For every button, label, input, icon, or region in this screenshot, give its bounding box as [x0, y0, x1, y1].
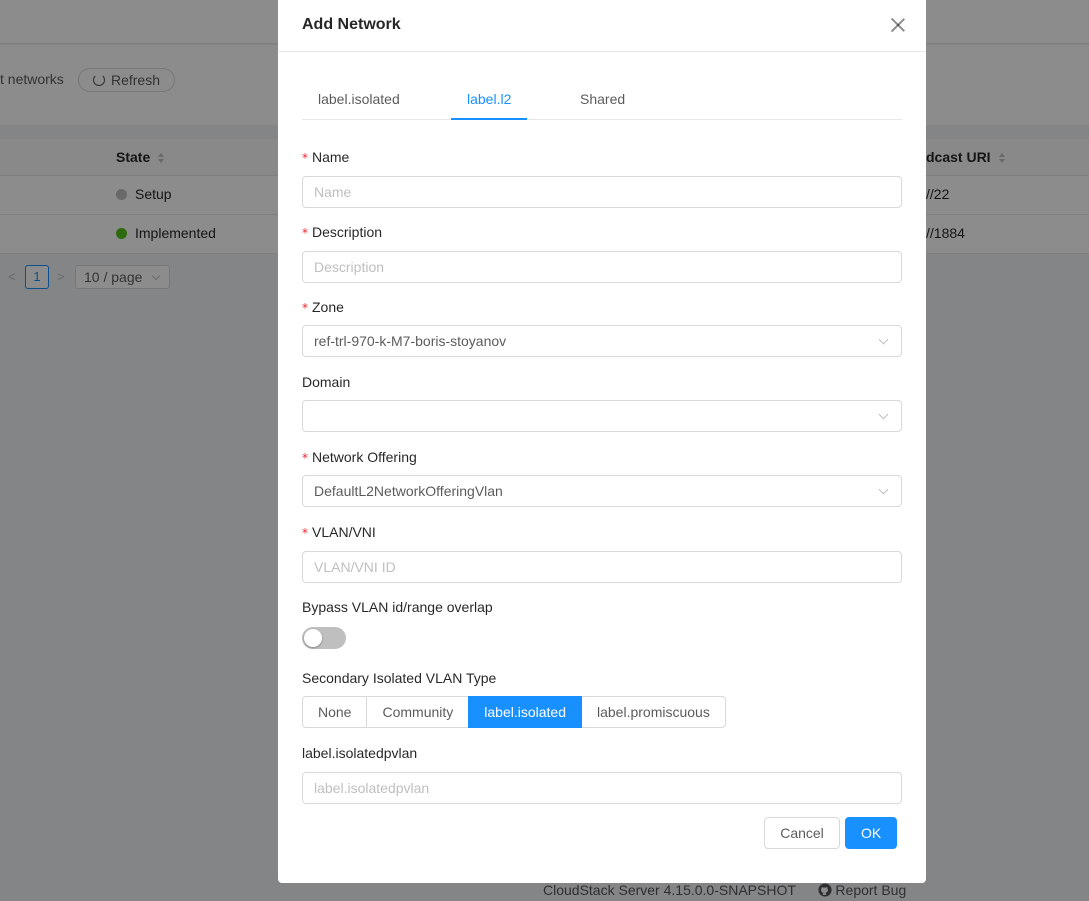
zone-label: * Zone — [302, 299, 344, 315]
radio-promiscuous[interactable]: label.promiscuous — [581, 696, 726, 728]
description-label-text: Description — [312, 224, 383, 240]
isolated-pvlan-label: label.isolatedpvlan — [302, 745, 418, 761]
bypass-vlan-label: Bypass VLAN id/range overlap — [302, 599, 493, 615]
cancel-button[interactable]: Cancel — [764, 817, 840, 849]
tab-isolated[interactable]: label.isolated — [302, 80, 416, 120]
vlan-input[interactable] — [302, 551, 902, 583]
close-icon[interactable] — [890, 17, 906, 33]
radio-none[interactable]: None — [302, 696, 368, 728]
required-mark: * — [302, 301, 308, 315]
radio-isolated[interactable]: label.isolated — [468, 696, 582, 728]
tab-shared[interactable]: Shared — [564, 80, 641, 120]
description-input[interactable] — [302, 251, 902, 283]
bypass-vlan-toggle[interactable] — [302, 627, 346, 649]
isolated-pvlan-input[interactable] — [302, 772, 902, 804]
required-mark: * — [302, 451, 308, 465]
add-network-dialog: Add Network label.isolated label.l2 Shar… — [278, 0, 926, 883]
zone-value: ref-trl-970-k-M7-boris-stoyanov — [314, 333, 507, 349]
network-type-tabs: label.isolated label.l2 Shared — [302, 80, 902, 120]
required-mark: * — [302, 151, 308, 165]
dialog-title: Add Network — [302, 16, 401, 33]
radio-community[interactable]: Community — [366, 696, 470, 728]
chevron-down-icon — [878, 484, 889, 495]
required-mark: * — [302, 226, 308, 240]
tab-l2[interactable]: label.l2 — [451, 80, 528, 120]
zone-label-text: Zone — [312, 299, 344, 315]
dialog-header: Add Network — [278, 0, 926, 52]
chevron-down-icon — [878, 334, 889, 345]
chevron-down-icon — [878, 409, 889, 420]
name-input[interactable] — [302, 176, 902, 208]
ok-button[interactable]: OK — [845, 817, 897, 849]
network-offering-select[interactable]: DefaultL2NetworkOfferingVlan — [302, 475, 902, 507]
network-offering-label-text: Network Offering — [312, 449, 417, 465]
zone-select[interactable]: ref-trl-970-k-M7-boris-stoyanov — [302, 325, 902, 357]
name-label: * Name — [302, 149, 349, 165]
required-mark: * — [302, 526, 308, 540]
vlan-label-text: VLAN/VNI — [312, 524, 376, 540]
domain-label: Domain — [302, 374, 351, 390]
network-offering-label: * Network Offering — [302, 449, 417, 465]
name-label-text: Name — [312, 149, 350, 165]
secondary-vlan-type-group: None Community label.isolated label.prom… — [302, 696, 726, 728]
description-label: * Description — [302, 224, 382, 240]
vlan-label: * VLAN/VNI — [302, 524, 376, 540]
domain-select[interactable] — [302, 400, 902, 432]
secondary-vlan-type-label: Secondary Isolated VLAN Type — [302, 670, 497, 686]
network-offering-value: DefaultL2NetworkOfferingVlan — [314, 483, 503, 499]
toggle-knob — [304, 629, 322, 647]
